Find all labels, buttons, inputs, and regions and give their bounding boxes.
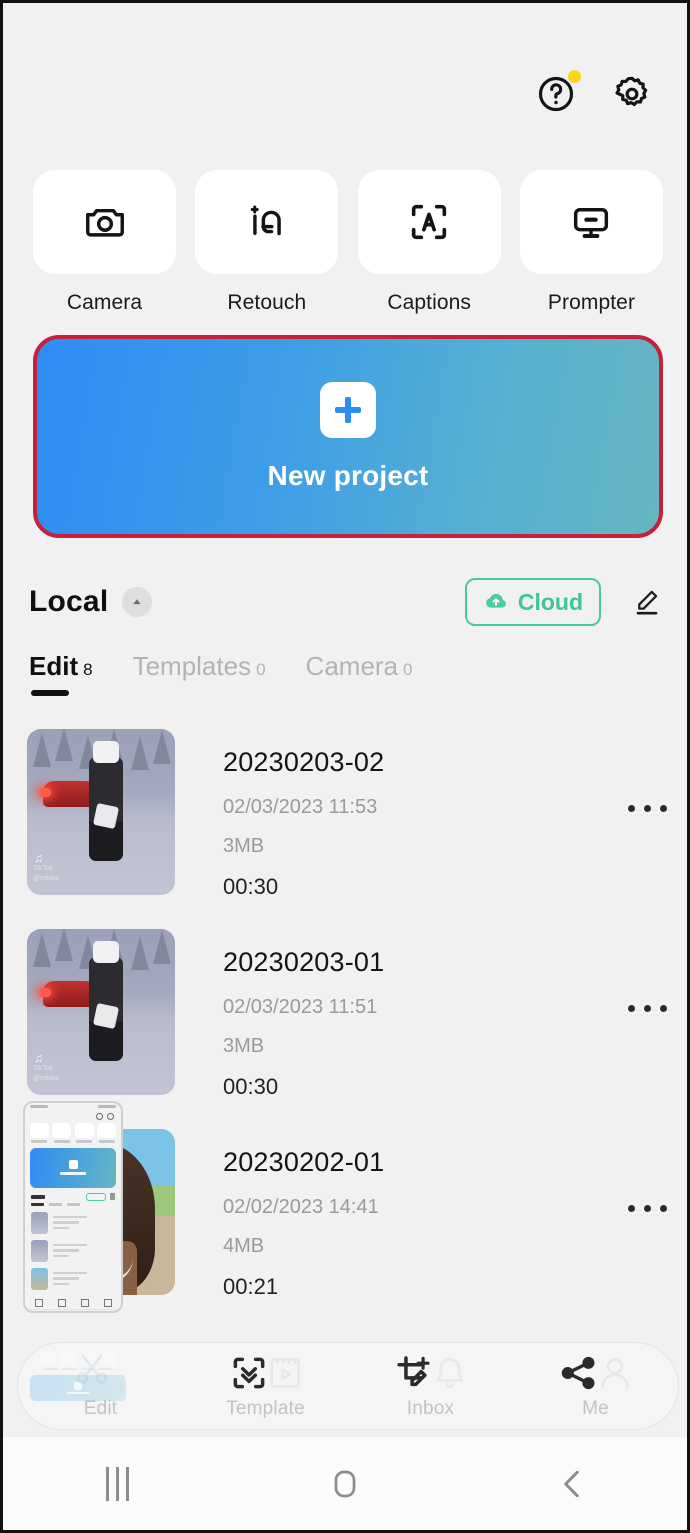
project-thumbnail: ♫ TikTok @roblox [27,929,175,1095]
quick-action-camera[interactable]: Camera [33,170,176,315]
nav-item-inbox[interactable]: Inbox [348,1343,513,1429]
header-actions [533,70,655,117]
edit-projects-button[interactable] [627,582,667,622]
project-title: 20230203-02 [223,747,385,777]
cloud-button[interactable]: Cloud [464,578,601,626]
quick-action-prompter-label: Prompter [547,291,636,314]
nav-item-inbox-label: Inbox [406,1398,455,1419]
person-icon [594,1352,636,1399]
quick-action-captions[interactable]: Captions [357,170,501,315]
quick-action-camera-tile[interactable] [33,170,176,274]
mini-screenshot-overlay [23,1101,123,1313]
project-title: 20230203-01 [223,947,385,977]
gear-icon [615,76,648,107]
quick-action-prompter[interactable]: Prompter [519,170,663,315]
new-project-label: New project [267,459,429,491]
nav-item-me[interactable]: Me [513,1343,678,1429]
project-meta: 20230203-02 02/03/2023 11:53 3MB 00:30 [223,729,384,900]
project-duration: 00:30 [223,874,279,899]
home-button[interactable] [300,1437,390,1530]
tab-edit-count: 8 [83,660,93,679]
tiktok-watermark: ♫ [34,1051,43,1065]
tab-templates-label: Templates [132,651,252,681]
storage-title: Local [29,585,109,618]
tab-camera-label: Camera [305,651,399,681]
tab-camera[interactable]: Camera 0 [306,651,413,698]
tab-templates-count: 0 [256,660,266,679]
quick-actions-row: Camera Retouch Captions Prompter [33,170,663,315]
system-navigation-bar [3,1437,687,1530]
tiktok-watermark-user: TikTok @roblox [33,1065,60,1082]
collapse-local-button[interactable] [122,587,153,617]
tab-templates[interactable]: Templates 0 [133,651,266,698]
nav-item-me-label: Me [582,1398,609,1419]
project-list-item[interactable]: ♫ TikTok @roblox 20230203-02 02/03/2023 1… [3,729,687,929]
quick-action-camera-label: Camera [66,291,143,314]
quick-action-retouch[interactable]: Retouch [195,170,339,315]
project-size: 3MB [223,1035,265,1057]
tab-edit-label: Edit [29,651,79,681]
project-overflow-button[interactable] [628,1005,667,1012]
nav-item-edit[interactable]: Edit [18,1343,183,1429]
bell-icon [429,1352,471,1399]
project-date: 02/02/2023 14:41 [223,1196,379,1218]
home-icon [334,1470,356,1497]
quick-action-captions-label: Captions [387,291,471,314]
prompter-monitor-icon [574,208,609,239]
tab-edit[interactable]: Edit 8 [29,651,93,698]
camera-icon [85,208,124,237]
project-duration: 00:21 [223,1274,279,1299]
help-notification-dot [568,70,581,83]
recents-button[interactable] [72,1437,162,1530]
project-meta: 20230202-01 02/02/2023 14:41 4MB 00:21 [223,1129,384,1300]
retouch-face-icon [250,205,281,236]
quick-action-captions-tile[interactable] [357,170,501,274]
film-strip-icon [264,1352,306,1399]
recents-icon [105,1466,129,1501]
chevron-up-icon [133,599,142,605]
project-size: 3MB [223,835,265,857]
project-date: 02/03/2023 11:51 [223,996,378,1018]
app-screen: Camera Retouch Captions Prompter New pro… [0,0,690,1533]
pencil-icon [636,590,658,615]
help-button[interactable] [533,70,581,117]
bottom-navigation: Edit Template Inbox Me [17,1342,679,1430]
nav-item-template-label: Template [226,1398,305,1419]
new-project-button[interactable]: New project [33,335,663,538]
project-tabs: Edit 8 Templates 0 Camera 0 [29,651,413,698]
project-size: 4MB [223,1235,265,1257]
back-button[interactable] [528,1437,618,1530]
cloud-upload-icon [485,593,506,608]
tiktok-watermark: ♫ [34,851,43,865]
project-meta: 20230203-01 02/03/2023 11:51 3MB 00:30 [223,929,384,1100]
quick-action-retouch-tile[interactable] [195,170,339,274]
settings-button[interactable] [609,71,655,117]
project-date: 02/03/2023 11:53 [223,796,378,818]
project-overflow-button[interactable] [628,1205,667,1212]
back-icon [564,1470,579,1497]
share-icon [558,1352,600,1399]
captions-a-frame-icon [412,204,447,240]
tiktok-watermark-user: TikTok @roblox [33,865,60,882]
tab-camera-count: 0 [403,660,413,679]
scan-chevrons-icon [228,1352,270,1399]
project-thumbnail: ♫ TikTok @roblox [27,729,175,895]
cloud-button-label: Cloud [517,588,583,615]
storage-header: Local Cloud [29,578,667,626]
crop-edit-icon [393,1352,435,1399]
quick-action-retouch-label: Retouch [227,291,307,314]
plus-icon [320,381,376,438]
project-duration: 00:30 [223,1074,279,1099]
quick-action-prompter-tile[interactable] [519,170,663,274]
project-overflow-button[interactable] [628,805,667,812]
project-title: 20230202-01 [223,1147,385,1177]
nav-item-template[interactable]: Template [183,1343,348,1429]
project-list-item[interactable]: ♫ TikTok @roblox 20230203-01 02/03/2023 1… [3,929,687,1129]
